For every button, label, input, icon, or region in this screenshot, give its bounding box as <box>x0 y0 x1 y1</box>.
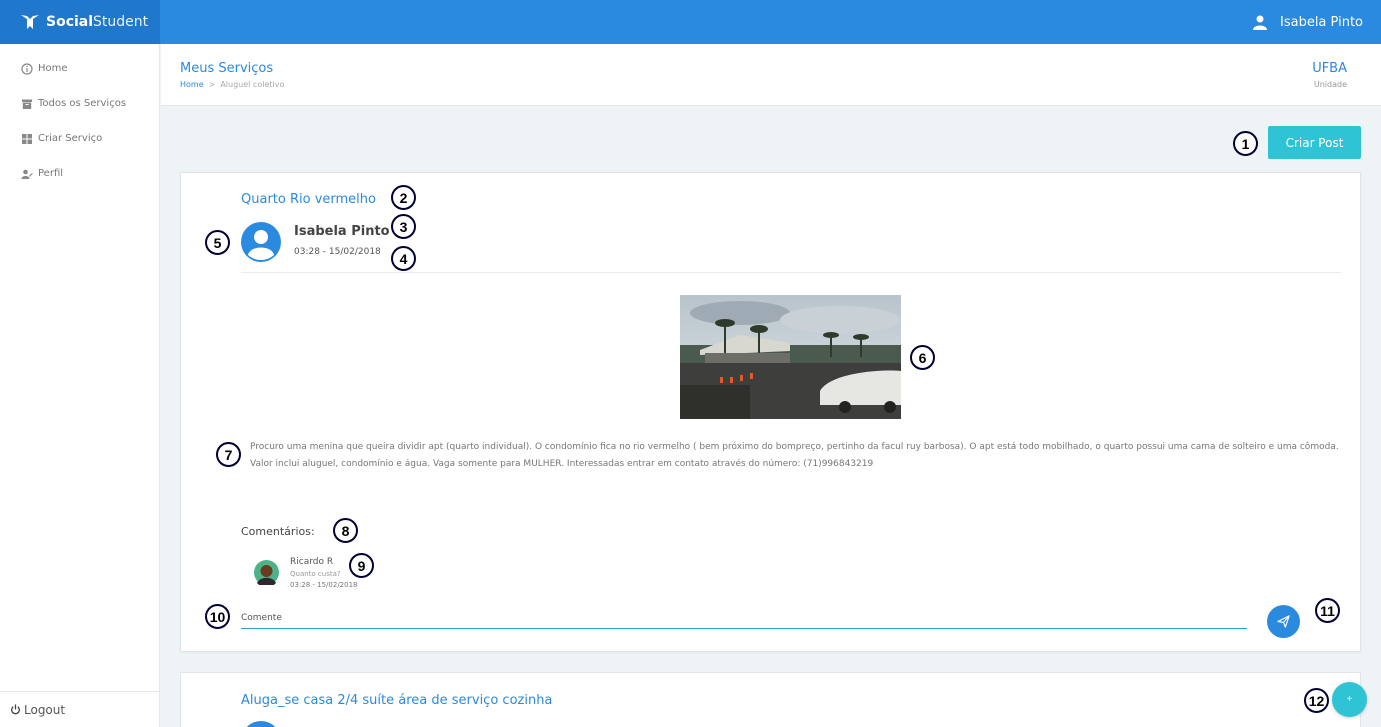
annotation-marker: 7 <box>216 442 241 467</box>
grid-icon <box>22 133 32 144</box>
post-title[interactable]: Aluga_se casa 2/4 suíte área de serviço … <box>241 693 552 708</box>
send-icon <box>1277 615 1290 628</box>
user-menu[interactable]: Isabela Pinto <box>1252 0 1363 44</box>
commenter-avatar[interactable] <box>254 560 279 585</box>
annotation-marker: 8 <box>333 518 358 543</box>
post-card: Quarto Rio vermelho Isabela Pinto 03:28 … <box>180 172 1361 652</box>
sidebar-item-create-service[interactable]: Criar Serviço <box>0 121 159 156</box>
breadcrumb-separator: > <box>208 80 216 89</box>
create-post-button[interactable]: Criar Post <box>1268 126 1361 159</box>
sidebar-item-label: Todos os Serviços <box>38 98 127 109</box>
breadcrumb-current: Aluguel coletivo <box>220 80 285 89</box>
author-avatar[interactable] <box>241 222 281 262</box>
top-bar: Social Student Isabela Pinto <box>0 0 1381 44</box>
post-card: Aluga_se casa 2/4 suíte área de serviço … <box>180 672 1361 727</box>
divider <box>241 272 1341 273</box>
user-edit-icon <box>21 169 33 179</box>
unit-label: Unidade <box>1313 80 1347 89</box>
annotation-marker: 10 <box>205 604 230 629</box>
author-avatar[interactable] <box>241 721 281 727</box>
info-circle-icon <box>21 62 33 75</box>
sidebar-item-label: Criar Serviço <box>38 133 103 144</box>
annotation-marker: 6 <box>910 345 935 370</box>
logout-button[interactable]: Logout <box>0 691 160 727</box>
annotation-marker: 9 <box>349 553 374 578</box>
sidebar-item-label: Perfil <box>38 168 64 179</box>
send-comment-button[interactable] <box>1267 605 1300 638</box>
sidebar-item-label: Home <box>38 63 68 74</box>
brand-logo[interactable]: Social Student <box>0 0 160 44</box>
user-icon <box>1253 15 1267 30</box>
post-datetime: 03:28 - 15/02/2018 <box>294 247 381 257</box>
comment-input[interactable] <box>241 607 1247 629</box>
logo-icon <box>21 15 39 29</box>
annotation-marker: 12 <box>1304 688 1329 713</box>
page-title: Meus Serviços <box>180 61 274 76</box>
power-icon <box>10 704 21 715</box>
sidebar-item-all-services[interactable]: Todos os Serviços <box>0 86 159 121</box>
annotation-marker: 2 <box>391 185 416 210</box>
unit-name: UFBA <box>1312 61 1347 76</box>
post-image[interactable] <box>680 295 901 419</box>
breadcrumb: Home > Aluguel coletivo <box>180 80 284 89</box>
comment-author: Ricardo R <box>290 557 334 567</box>
annotation-marker: 3 <box>391 214 416 239</box>
sidebar-item-profile[interactable]: Perfil <box>0 156 159 191</box>
comment-text: Quanto custa? <box>290 570 341 578</box>
sidebar: Home Todos os Serviços Criar Serviço Per… <box>0 44 160 727</box>
add-button[interactable]: + <box>1332 682 1367 717</box>
annotation-marker: 1 <box>1233 131 1258 156</box>
brand-name-light: Student <box>93 14 149 30</box>
user-name: Isabela Pinto <box>1280 14 1363 30</box>
post-description: Procuro uma menina que queira dividir ap… <box>250 442 1339 469</box>
post-author: Isabela Pinto <box>294 224 390 239</box>
comments-heading: Comentários: <box>241 525 315 538</box>
page-header: Meus Serviços Home > Aluguel coletivo UFBA… <box>161 44 1381 106</box>
sidebar-item-home[interactable]: Home <box>0 51 159 86</box>
logout-label: Logout <box>24 702 66 717</box>
post-title[interactable]: Quarto Rio vermelho <box>241 192 376 207</box>
annotation-marker: 11 <box>1315 598 1340 623</box>
comment-datetime: 03:28 - 15/02/2018 <box>290 581 358 589</box>
breadcrumb-home[interactable]: Home <box>180 80 204 89</box>
archive-icon <box>22 99 32 109</box>
brand-name-bold: Social <box>46 14 94 30</box>
annotation-marker: 5 <box>205 230 230 255</box>
annotation-marker: 4 <box>391 246 416 271</box>
